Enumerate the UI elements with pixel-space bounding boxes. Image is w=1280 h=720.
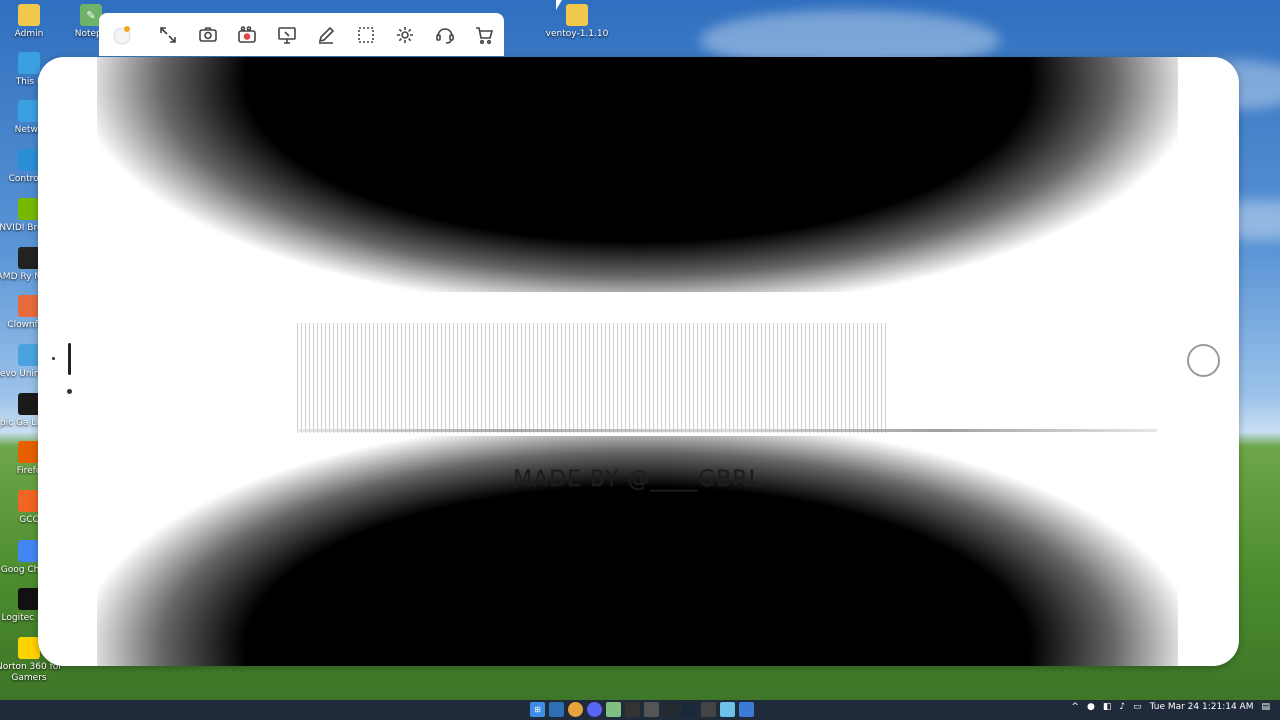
screenshot-icon [199,26,217,42]
notification-icon[interactable]: ▤ [1261,702,1270,712]
start-icon[interactable]: ⊞ [530,702,545,717]
terminal-icon[interactable] [625,702,640,717]
pen-icon [319,26,335,44]
crop-button[interactable] [346,18,385,52]
support-button[interactable] [425,18,464,52]
credit-text: MADE BY @____GBRL [513,467,762,492]
revo-icon [18,344,40,366]
app-icon[interactable] [701,702,716,717]
network-icon[interactable]: ◧ [1103,702,1112,712]
side-indicator-dot [67,389,72,394]
computer-icon [18,52,40,74]
support-icon [435,27,454,44]
glitch-line [297,429,1157,432]
notepad-icon[interactable] [606,702,621,717]
settings-button[interactable] [386,18,425,52]
github-icon[interactable] [663,702,678,717]
taskbar: ⊞ ^ ● ◧ ♪ ▭ Tue Mar 24 1:21:14 AM ▤ [0,700,1280,720]
app-logo-icon [109,22,135,48]
folder-icon [18,4,40,26]
folder-icon [566,4,588,26]
crop-icon [358,26,374,43]
desktop-icon-label: Norton 360 for Gamers [0,662,62,683]
clock[interactable]: Tue Mar 24 1:21:14 AM [1150,702,1254,712]
home-button[interactable] [1187,344,1220,377]
norton-icon [18,637,40,659]
cart-icon [476,26,494,44]
mirror-toolbar [99,13,504,56]
active-app-icon[interactable] [739,702,754,717]
record-icon [238,25,257,43]
file-explorer-icon[interactable] [549,702,564,717]
side-indicator-dot [52,357,55,360]
taskbar-apps: ⊞ [530,702,754,717]
firefox-icon [18,441,40,463]
screen-cast-button[interactable] [267,18,306,52]
side-indicator-bar [68,343,71,375]
system-tray: ^ ● ◧ ♪ ▭ Tue Mar 24 1:21:14 AM ▤ [1071,702,1270,712]
clownfish-icon [18,295,40,317]
pen-button[interactable] [307,18,346,52]
amd-icon [18,247,40,269]
microphone-icon[interactable]: ● [1087,702,1095,712]
glitch-stripes [297,323,887,433]
desktop-icon-ventoy[interactable]: ventoy-1.1.10 [540,4,614,40]
steam-icon[interactable] [682,702,697,717]
record-button[interactable] [228,18,267,52]
calculator-icon[interactable] [644,702,659,717]
gcc-icon [18,490,40,512]
discord-icon[interactable] [587,702,602,717]
mouse-cursor [556,0,562,10]
screenshot-button[interactable] [188,18,227,52]
settings-icon [397,26,414,43]
network-icon [18,100,40,122]
epic-icon [18,393,40,415]
keyboard-icon[interactable]: ▭ [1133,702,1142,712]
cart-button[interactable] [465,18,504,52]
desktop-icon-label: Admin [14,29,44,39]
desktop-icon-label: GCC [19,515,39,525]
nvidia-icon [18,198,40,220]
logitech-icon [18,588,40,610]
screen-cast-icon [278,26,296,44]
mirror-app-icon[interactable] [720,702,735,717]
chrome-icon[interactable] [568,702,583,717]
control-panel-icon [18,149,40,171]
dark-vignette-top [97,57,1178,292]
tray-overflow-icon[interactable]: ^ [1071,702,1079,712]
mirrored-screen[interactable]: MADE BY @____GBRL [97,57,1178,666]
chrome-icon [18,540,40,562]
volume-icon[interactable]: ♪ [1119,702,1125,712]
fullscreen-icon [160,26,177,43]
fullscreen-button[interactable] [149,18,188,52]
desktop-icon-label: ventoy-1.1.10 [545,29,609,39]
